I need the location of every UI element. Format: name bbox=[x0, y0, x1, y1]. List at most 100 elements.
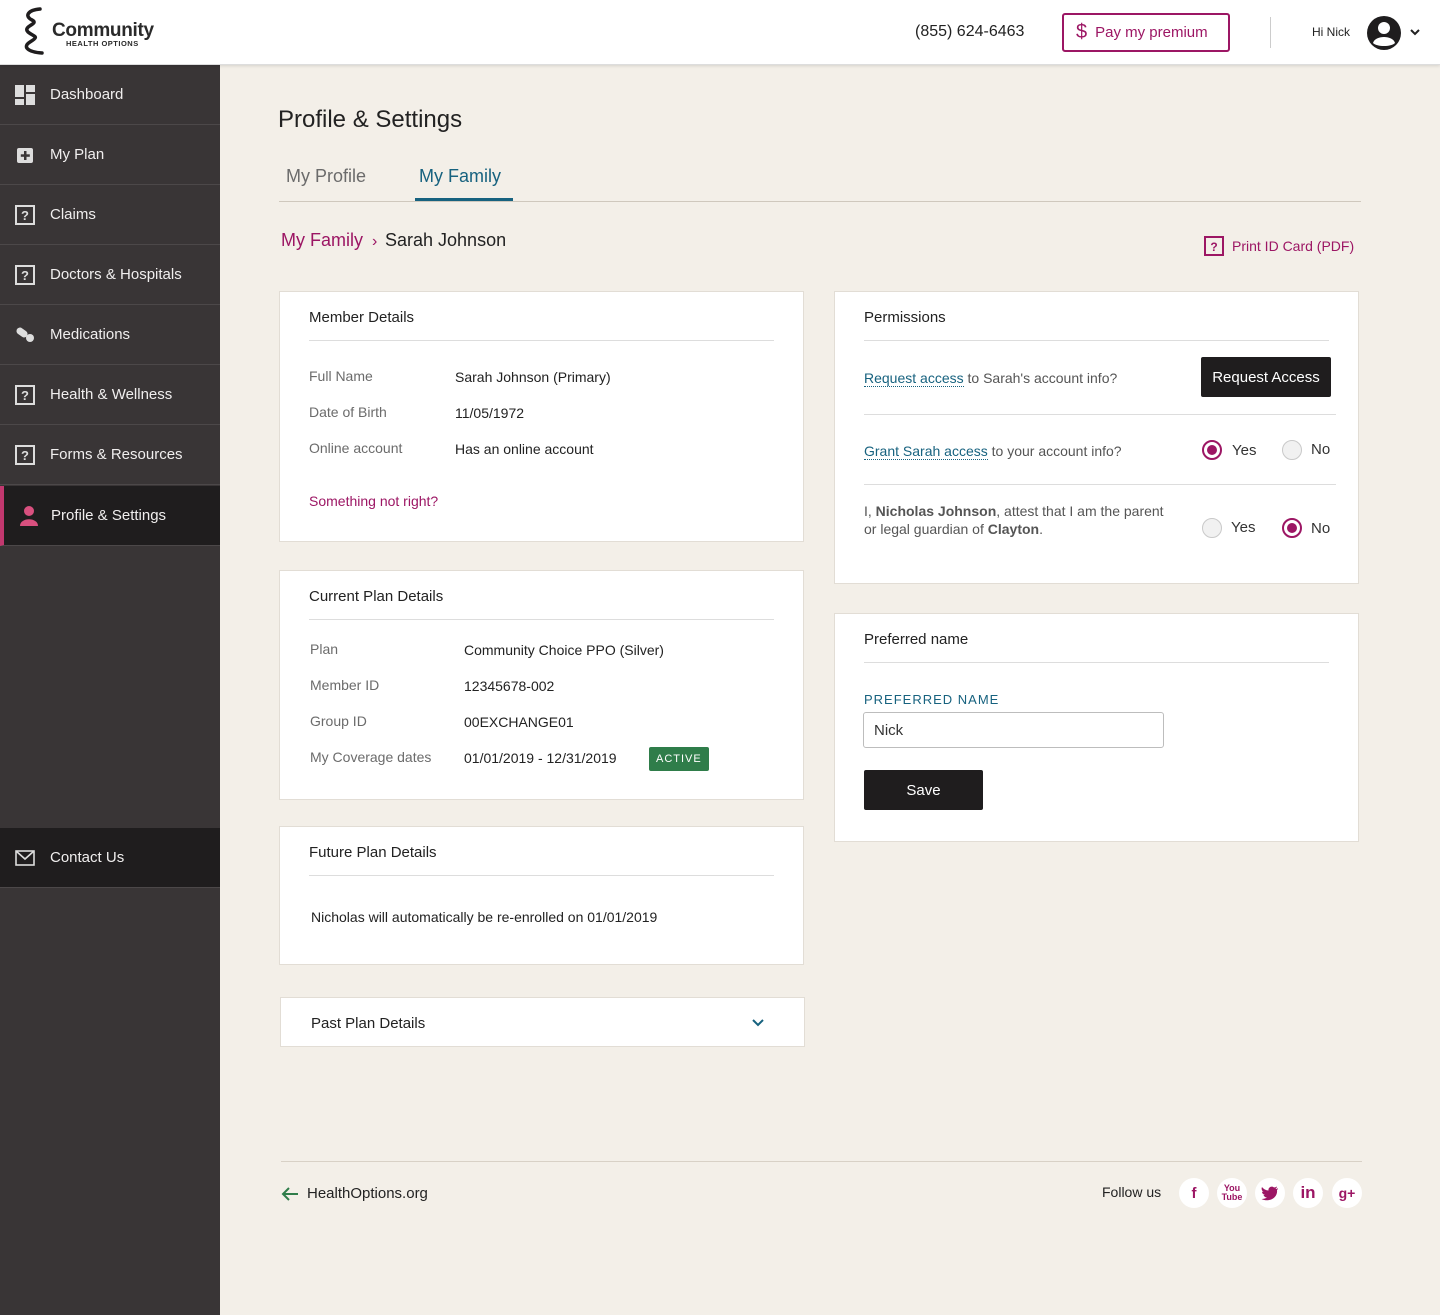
coverage-dates-value: 01/01/2019 - 12/31/2019 bbox=[464, 750, 617, 766]
member-details-card: Member Details Full Name Sarah Johnson (… bbox=[279, 291, 804, 542]
community-health-options-logo[interactable]: Community HEALTH OPTIONS bbox=[18, 6, 158, 58]
guardian-attestation-text: I, Nicholas Johnson, attest that I am th… bbox=[864, 502, 1164, 538]
divider bbox=[309, 619, 774, 620]
full-name-label: Full Name bbox=[309, 368, 373, 384]
envelope-icon bbox=[14, 847, 36, 869]
question-box-icon: ? bbox=[14, 444, 36, 466]
account-avatar[interactable] bbox=[1366, 15, 1402, 51]
youtube-icon[interactable]: You Tube bbox=[1217, 1178, 1247, 1208]
sidebar-item-label: Claims bbox=[50, 206, 96, 223]
future-plan-card: Future Plan Details Nicholas will automa… bbox=[279, 826, 804, 965]
svg-text:?: ? bbox=[21, 208, 29, 223]
coverage-dates-label: My Coverage dates bbox=[310, 749, 432, 765]
sidebar-item-label: Medications bbox=[50, 326, 131, 343]
dollar-icon: $ bbox=[1076, 21, 1088, 43]
member-id-value: 12345678-002 bbox=[464, 678, 555, 694]
twitter-icon[interactable] bbox=[1255, 1178, 1285, 1208]
grant-yes-radio[interactable] bbox=[1202, 440, 1222, 460]
card-title: Member Details bbox=[309, 309, 415, 326]
permissions-card: Permissions Request access to Sarah's ac… bbox=[834, 291, 1359, 584]
member-id-label: Member ID bbox=[310, 677, 380, 693]
preferred-name-card: Preferred name PREFERRED NAME Save bbox=[834, 613, 1359, 842]
grant-access-question: to your account info? bbox=[987, 443, 1122, 459]
something-not-right-link[interactable]: Something not right? bbox=[309, 493, 438, 509]
attest-suffix: . bbox=[1039, 521, 1043, 537]
sidebar-item-health-wellness[interactable]: ? Health & Wellness bbox=[0, 365, 220, 425]
sidebar-item-contact-us[interactable]: Contact Us bbox=[0, 828, 220, 888]
group-id-label: Group ID bbox=[310, 713, 367, 729]
arrow-left-icon bbox=[281, 1186, 298, 1201]
online-account-value: Has an online account bbox=[455, 441, 594, 457]
tab-my-family[interactable]: My Family bbox=[419, 166, 501, 187]
header-divider bbox=[1270, 17, 1271, 48]
divider bbox=[864, 484, 1336, 485]
grant-yes-label: Yes bbox=[1232, 442, 1257, 459]
attest-no-radio[interactable] bbox=[1282, 518, 1302, 538]
follow-us-label: Follow us bbox=[1102, 1184, 1162, 1200]
divider bbox=[309, 875, 774, 876]
preferred-name-label: PREFERRED NAME bbox=[864, 692, 1000, 707]
sidebar-item-doctors-hospitals[interactable]: ? Doctors & Hospitals bbox=[0, 245, 220, 305]
question-box-icon: ? bbox=[1204, 236, 1224, 256]
request-access-button[interactable]: Request Access bbox=[1201, 357, 1331, 397]
attest-name: Nicholas Johnson bbox=[875, 503, 997, 519]
tab-my-profile[interactable]: My Profile bbox=[286, 166, 366, 187]
person-icon bbox=[18, 505, 40, 527]
sidebar-item-claims[interactable]: ? Claims bbox=[0, 185, 220, 245]
page-title: Profile & Settings bbox=[278, 106, 463, 133]
sidebar-item-label: Profile & Settings bbox=[51, 507, 167, 524]
dashboard-icon bbox=[14, 84, 36, 106]
facebook-icon[interactable]: f bbox=[1179, 1178, 1209, 1208]
svg-text:?: ? bbox=[1210, 240, 1217, 254]
divider bbox=[864, 340, 1329, 341]
sidebar-item-medications[interactable]: Medications bbox=[0, 305, 220, 365]
linkedin-icon[interactable]: in bbox=[1293, 1178, 1323, 1208]
phone-number[interactable]: (855) 624-6463 bbox=[915, 23, 1024, 41]
print-id-card-link[interactable]: ? Print ID Card (PDF) bbox=[1204, 236, 1354, 256]
svg-text:?: ? bbox=[21, 388, 29, 403]
card-title: Past Plan Details bbox=[311, 1015, 426, 1032]
top-header: Community HEALTH OPTIONS (855) 624-6463 … bbox=[0, 0, 1440, 65]
grant-no-radio[interactable] bbox=[1282, 440, 1302, 460]
sidebar-item-forms-resources[interactable]: ? Forms & Resources bbox=[0, 425, 220, 485]
save-button[interactable]: Save bbox=[864, 770, 983, 810]
chevron-down-icon[interactable] bbox=[751, 1016, 765, 1030]
healthoptions-label: HealthOptions.org bbox=[307, 1185, 428, 1202]
card-title: Future Plan Details bbox=[309, 844, 437, 861]
google-plus-icon[interactable]: g+ bbox=[1332, 1178, 1362, 1208]
print-id-card-label: Print ID Card (PDF) bbox=[1232, 238, 1355, 254]
card-title: Permissions bbox=[864, 309, 946, 326]
sidebar-item-label: Doctors & Hospitals bbox=[50, 266, 182, 283]
grant-access-link[interactable]: Grant Sarah access bbox=[864, 443, 988, 460]
medical-plus-icon bbox=[14, 144, 36, 166]
sidebar-item-label: Contact Us bbox=[50, 849, 125, 866]
user-greeting: Hi Nick bbox=[1312, 25, 1350, 39]
attest-yes-radio[interactable] bbox=[1202, 518, 1222, 538]
svg-text:?: ? bbox=[21, 268, 29, 283]
sidebar: Dashboard My Plan ? Claims ? Doctors & H… bbox=[0, 65, 220, 1315]
breadcrumb-my-family[interactable]: My Family bbox=[281, 230, 363, 251]
sidebar-item-label: My Plan bbox=[50, 146, 105, 163]
healthoptions-link[interactable]: HealthOptions.org bbox=[281, 1185, 428, 1202]
chevron-right-icon: › bbox=[372, 233, 378, 250]
attest-prefix: I, bbox=[864, 503, 876, 519]
preferred-name-input[interactable] bbox=[863, 712, 1164, 748]
active-tab-indicator bbox=[415, 198, 513, 201]
status-badge: ACTIVE bbox=[649, 747, 709, 771]
attest-no-label: No bbox=[1311, 520, 1331, 537]
sidebar-item-my-plan[interactable]: My Plan bbox=[0, 125, 220, 185]
sidebar-item-dashboard[interactable]: Dashboard bbox=[0, 65, 220, 125]
plan-value: Community Choice PPO (Silver) bbox=[464, 642, 664, 658]
card-title: Current Plan Details bbox=[309, 588, 444, 605]
card-title: Preferred name bbox=[864, 631, 969, 648]
online-account-label: Online account bbox=[309, 440, 403, 456]
sidebar-item-profile-settings[interactable]: Profile & Settings bbox=[0, 486, 220, 546]
request-access-link[interactable]: Request access bbox=[864, 370, 964, 387]
question-box-icon: ? bbox=[14, 384, 36, 406]
pay-premium-button[interactable]: $ Pay my premium bbox=[1062, 13, 1230, 52]
logo-subtitle: HEALTH OPTIONS bbox=[66, 39, 139, 48]
pay-premium-label: Pay my premium bbox=[1095, 24, 1208, 41]
request-access-text: Request access to Sarah's account info? bbox=[864, 369, 1117, 387]
chevron-down-icon[interactable] bbox=[1408, 25, 1422, 39]
past-plan-accordion[interactable]: Past Plan Details bbox=[280, 997, 805, 1047]
